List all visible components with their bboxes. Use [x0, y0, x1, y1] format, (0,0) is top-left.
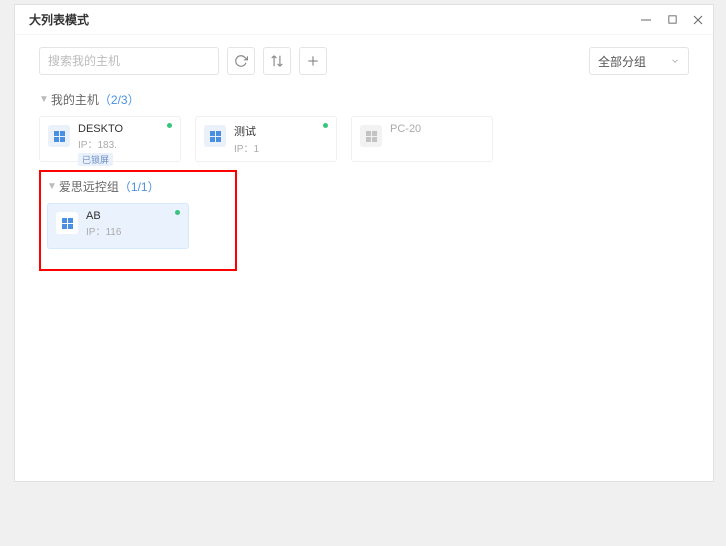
- online-dot: [167, 123, 172, 128]
- host-ip: IP：1: [234, 140, 259, 155]
- section-count: （2/3）: [99, 91, 140, 108]
- sort-icon: [270, 54, 284, 68]
- app-window: 大列表模式 全部分组 ▼ 我的主机 （2/3）: [14, 4, 714, 482]
- search-input[interactable]: [39, 47, 219, 75]
- host-name: 测试: [234, 123, 259, 139]
- group-filter-label: 全部分组: [598, 53, 646, 70]
- collapse-icon: ▼: [39, 94, 49, 105]
- host-name: AB: [86, 210, 121, 222]
- refresh-button[interactable]: [227, 47, 255, 75]
- maximize-button[interactable]: [665, 13, 679, 27]
- card-row: DESKTO IP：183. 已锁屏 测试 IP：1: [39, 116, 689, 162]
- refresh-icon: [234, 54, 248, 68]
- close-button[interactable]: [691, 13, 705, 27]
- toolbar: 全部分组: [15, 35, 713, 87]
- host-card[interactable]: AB IP：116: [47, 203, 189, 249]
- windows-icon: [204, 125, 226, 147]
- host-ip: IP：116: [86, 223, 121, 238]
- host-ip: IP：183.: [78, 136, 123, 151]
- section-label: 爱思远控组: [59, 178, 119, 195]
- add-button[interactable]: [299, 47, 327, 75]
- section-aisi-group: ▼ 爱思远控组 （1/1） AB IP：116: [47, 178, 225, 249]
- section-count: （1/1）: [119, 178, 160, 195]
- minimize-button[interactable]: [639, 13, 653, 27]
- titlebar: 大列表模式: [15, 5, 713, 35]
- window-controls: [639, 13, 705, 27]
- online-dot: [175, 210, 180, 215]
- section-header[interactable]: ▼ 我的主机 （2/3）: [39, 87, 689, 116]
- window-title: 大列表模式: [29, 11, 89, 28]
- plus-icon: [306, 54, 320, 68]
- group-filter-select[interactable]: 全部分组: [589, 47, 689, 75]
- host-name: PC-20: [390, 123, 421, 135]
- windows-icon: [360, 125, 382, 147]
- section-label: 我的主机: [51, 91, 99, 108]
- lock-badge: 已锁屏: [78, 153, 113, 166]
- online-dot: [323, 123, 328, 128]
- windows-icon: [56, 212, 78, 234]
- sort-button[interactable]: [263, 47, 291, 75]
- card-row: AB IP：116: [47, 203, 225, 249]
- content-area: ▼ 我的主机 （2/3） DESKTO IP：183. 已锁屏: [15, 87, 713, 481]
- windows-icon: [48, 125, 70, 147]
- highlighted-section-box: ▼ 爱思远控组 （1/1） AB IP：116: [39, 170, 237, 271]
- chevron-down-icon: [670, 56, 680, 66]
- section-header[interactable]: ▼ 爱思远控组 （1/1）: [47, 178, 225, 203]
- collapse-icon: ▼: [47, 181, 57, 192]
- host-card[interactable]: PC-20: [351, 116, 493, 162]
- host-card[interactable]: DESKTO IP：183. 已锁屏: [39, 116, 181, 162]
- host-name: DESKTO: [78, 123, 123, 135]
- host-card[interactable]: 测试 IP：1: [195, 116, 337, 162]
- section-my-hosts: ▼ 我的主机 （2/3） DESKTO IP：183. 已锁屏: [39, 87, 689, 162]
